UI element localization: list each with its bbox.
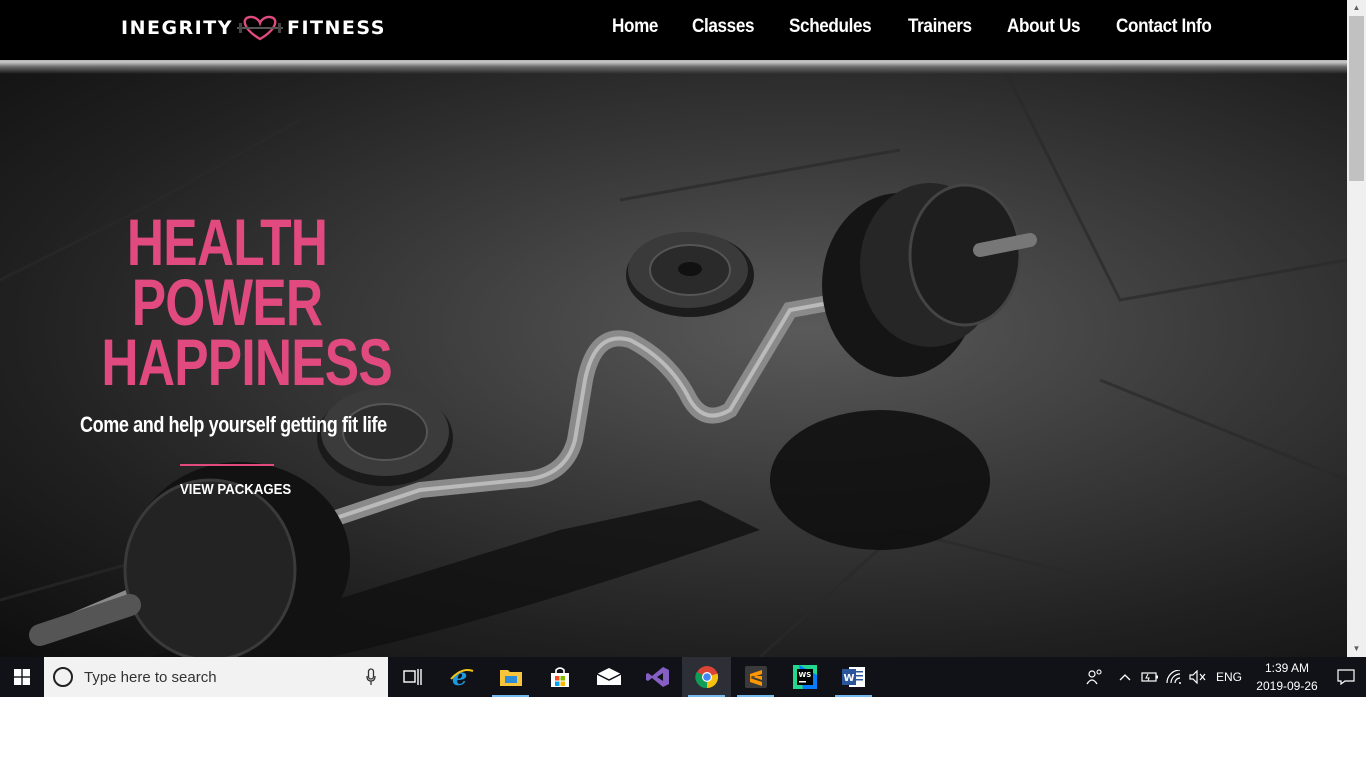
logo-text-left: INEGRITY (121, 17, 233, 39)
taskbar-search-box[interactable]: Type here to search (44, 657, 388, 697)
running-indicator (737, 695, 774, 697)
wifi-icon[interactable] (1162, 657, 1186, 697)
sublime-text-icon[interactable] (731, 657, 780, 697)
hero-title-line: POWER (131, 265, 323, 339)
mail-icon[interactable] (584, 657, 633, 697)
cta-accent-line (180, 464, 274, 466)
site-navbar: INEGRITY FITNESS Home Classes Schedules … (0, 0, 1347, 60)
internet-explorer-icon[interactable]: e (437, 657, 486, 697)
main-nav: Home Classes Schedules Trainers About Us… (612, 16, 1222, 38)
hero-title: HEALTH POWER HAPPINESS (66, 205, 392, 399)
logo-text-right: FITNESS (286, 17, 386, 39)
hero-section: HEALTH POWER HAPPINESS Come and help you… (0, 60, 1347, 657)
action-center-icon[interactable] (1326, 657, 1366, 697)
page-scrollbar[interactable]: ▲ ▼ (1347, 0, 1366, 657)
battery-icon[interactable] (1138, 657, 1162, 697)
system-tray: ENG 1:39 AM 2019-09-26 (1078, 657, 1366, 697)
running-indicator (835, 695, 872, 697)
nav-classes[interactable]: Classes (692, 16, 755, 38)
system-clock[interactable]: 1:39 AM 2019-09-26 (1248, 659, 1326, 695)
taskbar-pinned-apps: e WS W (388, 657, 878, 697)
hero-title-line: HEALTH (126, 205, 328, 279)
microsoft-store-icon[interactable] (535, 657, 584, 697)
windows-taskbar: Type here to search e WS W ENG 1:39 AM 2… (0, 657, 1366, 697)
visual-studio-icon[interactable] (633, 657, 682, 697)
microphone-icon[interactable] (366, 668, 376, 686)
clock-date: 2019-09-26 (1256, 679, 1318, 693)
running-indicator (688, 695, 725, 697)
hero-subtitle: Come and help yourself getting fit life (80, 412, 387, 437)
chevron-up-icon[interactable] (1112, 657, 1138, 697)
file-explorer-icon[interactable] (486, 657, 535, 697)
web-page: HEALTH POWER HAPPINESS Come and help you… (0, 0, 1347, 657)
running-indicator (492, 695, 529, 697)
navbar-shadow (0, 58, 1347, 74)
word-icon[interactable]: W (829, 657, 878, 697)
chrome-icon[interactable] (682, 657, 731, 697)
webstorm-icon[interactable]: WS (780, 657, 829, 697)
start-button[interactable] (0, 657, 44, 697)
scroll-thumb[interactable] (1349, 16, 1364, 181)
cortana-icon (53, 667, 73, 687)
task-view-icon[interactable] (388, 657, 437, 697)
nav-contact-info[interactable]: Contact Info (1116, 16, 1212, 38)
site-logo[interactable]: INEGRITY FITNESS (121, 14, 386, 42)
nav-trainers[interactable]: Trainers (908, 16, 972, 38)
volume-muted-icon[interactable] (1186, 657, 1210, 697)
scroll-down-arrow-icon[interactable]: ▼ (1347, 641, 1366, 657)
svg-text:W: W (843, 673, 854, 684)
nav-home[interactable]: Home (612, 16, 658, 38)
heart-dumbbell-icon (236, 15, 283, 41)
search-placeholder: Type here to search (84, 668, 217, 686)
svg-text:WS: WS (798, 671, 811, 679)
view-packages-link[interactable]: VIEW PACKAGES (180, 481, 291, 498)
people-icon[interactable] (1078, 657, 1112, 697)
scroll-up-arrow-icon[interactable]: ▲ (1347, 0, 1366, 16)
language-indicator[interactable]: ENG (1210, 657, 1248, 697)
hero-title-line: HAPPINESS (101, 325, 392, 399)
clock-time: 1:39 AM (1264, 661, 1310, 675)
nav-about-us[interactable]: About Us (1007, 16, 1080, 38)
nav-schedules[interactable]: Schedules (789, 16, 872, 38)
windows-logo-icon (14, 669, 30, 685)
